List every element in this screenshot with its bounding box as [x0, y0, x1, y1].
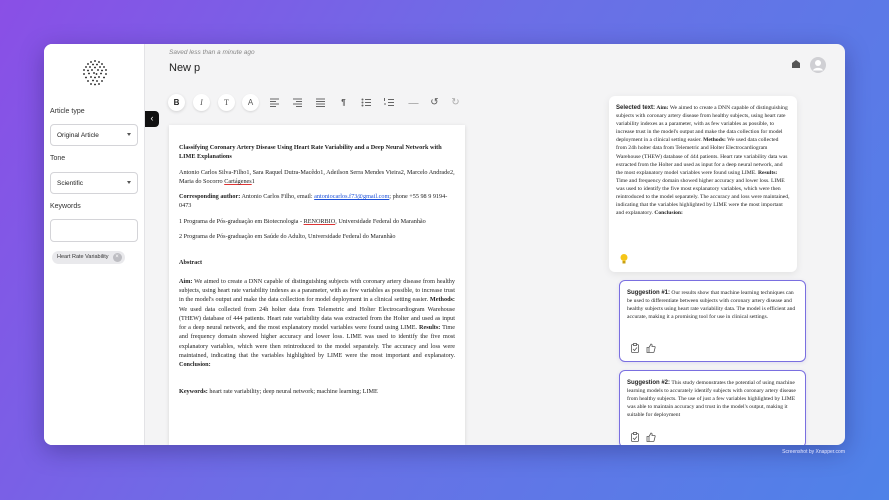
document-title: Classifying Coronary Artery Disease Usin… — [179, 144, 442, 161]
tone-value: Scientific — [57, 180, 84, 187]
paragraph-button[interactable]: ¶ — [335, 94, 352, 111]
align-left-icon[interactable] — [266, 94, 283, 111]
corresponding-author: Corresponding author: Antonio Carlos Fil… — [179, 193, 448, 210]
abstract-heading: Abstract — [179, 259, 203, 267]
document-editor[interactable]: Classifying Coronary Artery Disease Usin… — [169, 125, 465, 445]
thumbs-up-icon[interactable] — [646, 432, 656, 442]
keywords-line: Keywords: heart rate variability; deep n… — [179, 387, 378, 395]
collapse-sidebar-button[interactable]: ‹ — [145, 111, 159, 127]
lightbulb-icon[interactable] — [619, 253, 629, 265]
sidebar: Article type Original Article Tone Scien… — [44, 44, 145, 445]
chevron-down-icon — [127, 181, 131, 184]
article-type-label: Article type — [50, 108, 85, 115]
save-status: Saved less than a minute ago — [169, 49, 255, 56]
logo-icon — [83, 60, 107, 86]
redo-button[interactable]: ↻ — [447, 94, 464, 111]
suggestion-card[interactable]: Suggestion #2: This study demonstrates t… — [619, 370, 806, 445]
chevron-down-icon — [127, 133, 131, 136]
horizontal-rule-button[interactable]: ___ — [405, 94, 422, 111]
undo-button[interactable]: ↺ — [426, 94, 443, 111]
clipboard-icon[interactable] — [630, 432, 640, 442]
affiliation-1: 1 Programa de Pós-graduação em Biotecnol… — [179, 217, 426, 225]
align-justify-icon[interactable] — [312, 94, 329, 111]
tone-label: Tone — [50, 155, 66, 162]
keyword-chip-label: Heart Rate Variability — [57, 254, 109, 260]
remove-keyword-icon[interactable]: × — [112, 253, 122, 262]
selected-text-card: Selected text: Aim: We aimed to create a… — [609, 96, 797, 272]
suggestion-text: Suggestion #1: Our results show that mac… — [627, 290, 796, 321]
page-title[interactable]: New p — [169, 62, 200, 74]
screenshot-credit: Screenshot by Xnapper.com — [782, 449, 845, 455]
align-right-icon[interactable] — [289, 94, 306, 111]
numbered-list-icon[interactable] — [381, 94, 398, 111]
article-type-select[interactable]: Original Article — [50, 124, 138, 146]
keyword-chip: Heart Rate Variability × — [52, 251, 125, 264]
bold-button[interactable]: B — [168, 94, 185, 111]
suggestion-card[interactable]: Suggestion #1: Our results show that mac… — [619, 280, 806, 362]
export-icon[interactable] — [791, 59, 801, 69]
tone-select[interactable]: Scientific — [50, 172, 138, 194]
abstract-body: Aim: We aimed to create a DNN capable of… — [179, 277, 455, 369]
text-style-button[interactable]: T — [218, 94, 235, 111]
keywords-label: Keywords — [50, 203, 81, 210]
bullet-list-icon[interactable] — [358, 94, 375, 111]
article-type-value: Original Article — [57, 132, 99, 139]
app-window: Article type Original Article Tone Scien… — [44, 44, 845, 445]
font-button[interactable]: A — [242, 94, 259, 111]
thumbs-up-icon[interactable] — [646, 343, 656, 353]
suggestion-text: Suggestion #2: This study demonstrates t… — [627, 380, 796, 419]
keywords-input[interactable] — [50, 219, 138, 242]
email-link[interactable]: antoniocarlos.f73@gmail.com — [314, 193, 389, 200]
authors: Antonio Carlos Silva-Filho1, Sara Raquel… — [179, 168, 455, 185]
avatar[interactable] — [810, 57, 826, 73]
affiliation-2: 2 Programa de Pós-graduação em Saúde do … — [179, 233, 396, 241]
italic-button[interactable]: I — [193, 94, 210, 111]
clipboard-icon[interactable] — [630, 343, 640, 353]
selected-text: Selected text: Aim: We aimed to create a… — [616, 105, 790, 217]
